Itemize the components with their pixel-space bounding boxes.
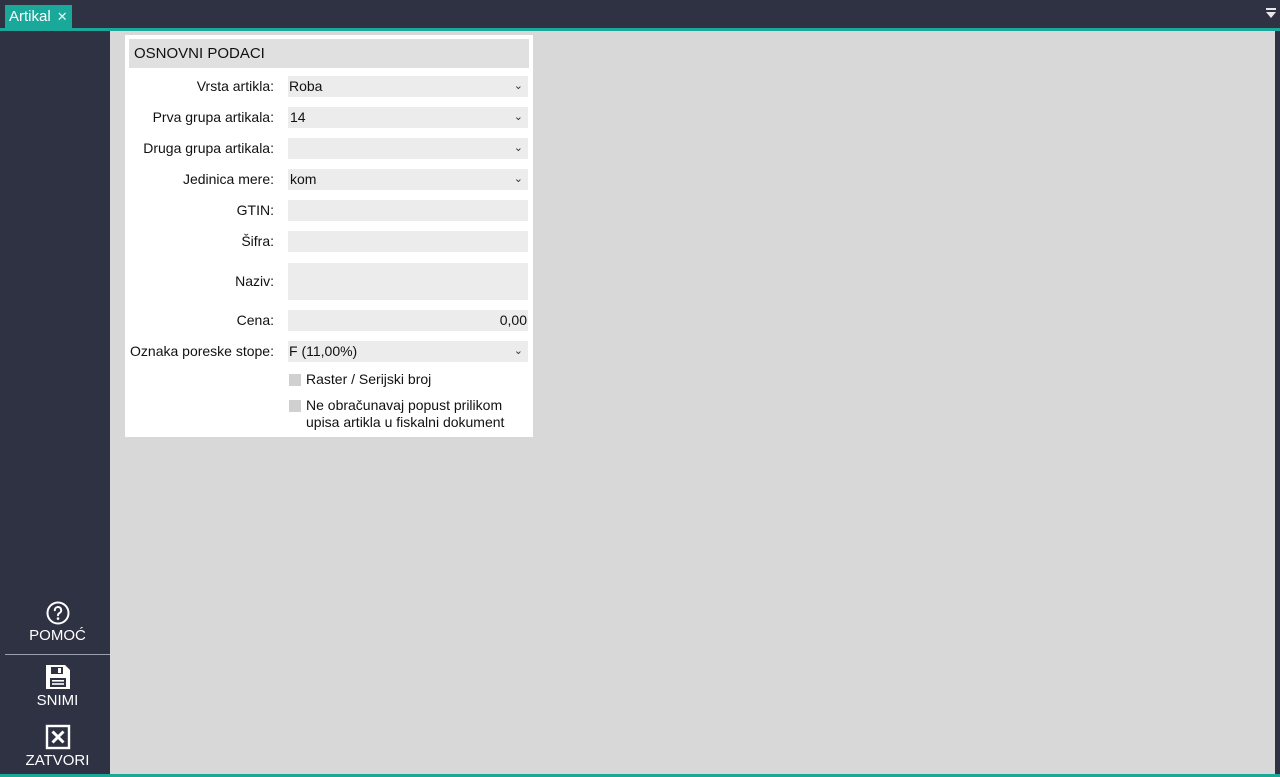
- tab-title: Artikal: [9, 8, 51, 25]
- raster-label: Raster / Serijski broj: [306, 371, 432, 387]
- sifra-label: Šifra:: [241, 233, 274, 249]
- close-label: ZATVORI: [25, 752, 90, 769]
- sifra-input[interactable]: [288, 231, 528, 252]
- vrsta-select[interactable]: Roba ⌄: [288, 76, 528, 97]
- prva-grupa-value: 14: [290, 109, 306, 125]
- naziv-label: Naziv:: [235, 273, 274, 289]
- close-window-icon: [45, 724, 70, 750]
- jedinica-select[interactable]: kom ⌄: [288, 169, 528, 190]
- save-button[interactable]: SNIMI: [5, 664, 110, 709]
- popust-label: Ne obračunavaj popust prilikom upisa art…: [306, 397, 505, 430]
- prva-grupa-label: Prva grupa artikala:: [152, 109, 274, 125]
- tab-strip: Artikal ✕: [0, 0, 1280, 29]
- chevron-down-icon: ⌄: [513, 345, 523, 357]
- gtin-label: GTIN:: [236, 202, 274, 218]
- sidebar-divider: [5, 654, 110, 655]
- poreska-stopa-value: F (11,00%): [289, 343, 358, 359]
- right-border: [1275, 31, 1280, 774]
- raster-checkbox[interactable]: [289, 374, 301, 386]
- basic-data-panel: OSNOVNI PODACI Vrsta artikla: Roba ⌄ Prv…: [125, 35, 533, 437]
- help-icon: [46, 601, 69, 625]
- help-label: POMOĆ: [29, 627, 86, 644]
- druga-grupa-select[interactable]: ⌄: [288, 138, 528, 159]
- vrsta-label: Vrsta artikla:: [196, 78, 274, 94]
- close-button[interactable]: ZATVORI: [5, 724, 110, 769]
- popust-checkbox[interactable]: [289, 400, 301, 412]
- save-icon: [45, 665, 70, 689]
- cena-label: Cena:: [236, 312, 274, 328]
- jedinica-label: Jedinica mere:: [182, 171, 274, 187]
- sidebar: POMOĆ SNIMI ZATVORI: [0, 31, 110, 774]
- chevron-down-icon: ⌄: [513, 111, 523, 123]
- gtin-input[interactable]: [288, 200, 528, 221]
- vrsta-value: Roba: [289, 78, 323, 94]
- help-button[interactable]: POMOĆ: [5, 601, 110, 644]
- chevron-down-icon: ⌄: [513, 142, 523, 154]
- panel-title: OSNOVNI PODACI: [129, 39, 529, 68]
- save-label: SNIMI: [36, 692, 79, 709]
- chevron-down-icon: ⌄: [513, 173, 523, 185]
- poreska-stopa-select[interactable]: F (11,00%) ⌄: [288, 341, 528, 362]
- cena-input[interactable]: 0,00: [288, 310, 528, 331]
- druga-grupa-label: Druga grupa artikala:: [143, 140, 274, 156]
- chevron-down-icon: ⌄: [513, 80, 523, 92]
- menu-dropdown-icon[interactable]: [1266, 8, 1276, 20]
- jedinica-value: kom: [290, 171, 317, 187]
- close-icon[interactable]: ✕: [57, 10, 68, 23]
- poreska-stopa-label: Oznaka poreske stope:: [130, 343, 274, 359]
- prva-grupa-select[interactable]: 14 ⌄: [288, 107, 528, 128]
- tab-artikal[interactable]: Artikal ✕: [5, 5, 72, 28]
- naziv-input[interactable]: [288, 263, 528, 300]
